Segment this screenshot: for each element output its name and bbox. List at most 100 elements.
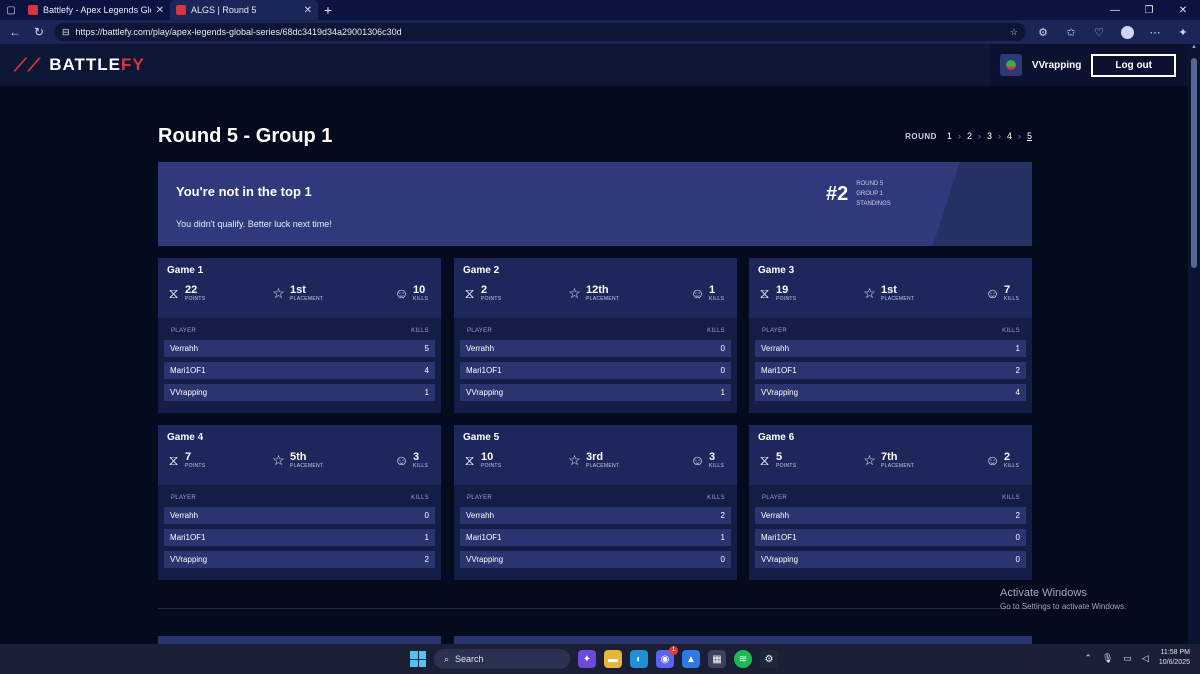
rank-chevron-icon: ⧖ xyxy=(464,452,475,468)
steam-icon[interactable]: ⚙ xyxy=(760,650,778,668)
battlefy-favicon-icon xyxy=(28,5,38,15)
skull-icon: ☺ xyxy=(985,285,1000,301)
points-label: POINTS xyxy=(776,463,797,469)
player-row: VVrapping 0 xyxy=(460,551,731,568)
taskbar-search[interactable]: ⌕ Search xyxy=(434,649,570,669)
url-text: https://battlefy.com/play/apex-legends-g… xyxy=(75,27,402,37)
battlefy-logo-icon: ⟋⟋ xyxy=(14,54,42,75)
tab-actions-icon[interactable]: ▢ xyxy=(0,0,22,20)
player-kills: 0 xyxy=(720,366,725,375)
game-card: Game 3 ⧖ 19 POINTS ☆ 1st PLACEMENT ☺ 7 KILL… xyxy=(749,258,1032,413)
player-name: VVrapping xyxy=(761,388,799,397)
page-scrollbar[interactable]: ▲ xyxy=(1188,44,1200,644)
points-stat: ⧖ 7 POINTS xyxy=(166,451,206,469)
round-link-2[interactable]: 2 xyxy=(967,131,972,141)
close-tab-icon[interactable]: ✕ xyxy=(304,5,312,16)
scroll-up-icon[interactable]: ▲ xyxy=(1188,44,1200,54)
battlefy-favicon-icon xyxy=(176,5,186,15)
browser-essentials-icon[interactable]: ♡ xyxy=(1088,23,1110,41)
copilot-app-icon[interactable]: ✦ xyxy=(578,650,596,668)
profile-icon[interactable] xyxy=(1116,23,1138,41)
kills-value: 3 xyxy=(413,451,420,463)
player-name: Verrahh xyxy=(170,511,199,520)
system-tray: ⌃ 🎙 ▭ ◁ 11:58 PM 10/6/2025 xyxy=(1084,648,1190,668)
spotify-icon[interactable]: ≋ xyxy=(734,650,752,668)
taskbar-clock[interactable]: 11:58 PM 10/6/2025 xyxy=(1159,648,1190,668)
placement-label: PLACEMENT xyxy=(881,463,915,469)
favorite-star-icon[interactable]: ☆ xyxy=(1010,27,1018,38)
watermark-subtitle: Go to Settings to activate Windows. xyxy=(1000,602,1127,611)
round-link-4[interactable]: 4 xyxy=(1007,131,1012,141)
hidden-icons-chevron-icon[interactable]: ⌃ xyxy=(1084,653,1092,664)
player-name: Verrahh xyxy=(466,344,495,353)
tab-battlefy[interactable]: Battlefy - Apex Legends Global Se ✕ xyxy=(22,0,170,20)
network-icon[interactable]: ▭ xyxy=(1123,653,1132,664)
back-icon[interactable]: ← xyxy=(6,25,24,39)
player-name: Mari1OF1 xyxy=(170,533,206,542)
game-title: Game 2 xyxy=(463,265,500,276)
restore-icon[interactable]: ❐ xyxy=(1132,5,1166,16)
avatar[interactable] xyxy=(999,54,1022,76)
player-name: Verrahh xyxy=(761,344,790,353)
discord-icon[interactable]: ◉ 1 xyxy=(656,646,678,668)
site-info-icon[interactable]: ⊟ xyxy=(62,27,70,38)
round-navigation: ROUND 1 › 2 › 3 › 4 › 5 xyxy=(905,131,1032,141)
skull-icon: ☺ xyxy=(690,285,705,301)
windows-start-icon[interactable] xyxy=(410,651,426,667)
logout-button[interactable]: Log out xyxy=(1091,53,1176,77)
banner-message: You didn't qualify. Better luck next tim… xyxy=(176,219,332,229)
url-field[interactable]: ⊟ https://battlefy.com/play/apex-legends… xyxy=(54,23,1026,41)
more-menu-icon[interactable]: ⋯ xyxy=(1144,23,1166,41)
round-link-3[interactable]: 3 xyxy=(987,131,992,141)
game-title: Game 3 xyxy=(758,265,795,276)
microphone-icon[interactable]: 🎙 xyxy=(1102,653,1113,664)
refresh-icon[interactable]: ↻ xyxy=(30,25,48,39)
favorites-icon[interactable]: ✩ xyxy=(1060,23,1082,41)
player-table: PLAYER KILLS Verrahh 2 Mari1OF1 0 VVrapping 0 xyxy=(749,485,1032,580)
player-kills: 2 xyxy=(424,555,429,564)
chevron-right-icon: › xyxy=(997,131,1001,141)
username[interactable]: VVrapping xyxy=(1032,60,1081,71)
player-name: Mari1OF1 xyxy=(761,366,797,375)
copilot-icon[interactable]: ✦ xyxy=(1172,23,1194,41)
podium-icon: ☆ xyxy=(863,452,876,468)
edge-browser-icon[interactable]: ◐ xyxy=(630,650,648,668)
rank-chevron-icon: ⧖ xyxy=(168,452,179,468)
kills-stat: ☺ 10 KILLS xyxy=(394,284,428,302)
kills-column-header: KILLS xyxy=(1002,328,1020,334)
points-stat: ⧖ 22 POINTS xyxy=(166,284,206,302)
store-icon[interactable]: ▦ xyxy=(708,650,726,668)
points-label: POINTS xyxy=(481,463,502,469)
points-label: POINTS xyxy=(481,296,502,302)
skull-icon: ☺ xyxy=(985,452,1000,468)
tab-algs-round-5[interactable]: ALGS | Round 5 ✕ xyxy=(170,0,318,20)
round-link-5[interactable]: 5 xyxy=(1027,131,1032,141)
podium-icon: ☆ xyxy=(863,285,876,301)
podium-icon: ☆ xyxy=(272,452,285,468)
section-divider xyxy=(158,608,1032,609)
close-window-icon[interactable]: ✕ xyxy=(1166,5,1200,16)
player-name: Mari1OF1 xyxy=(170,366,206,375)
site-header: ⟋⟋ BATTLEFY VVrapping Log out xyxy=(0,44,1188,86)
kills-column-header: KILLS xyxy=(707,495,725,501)
photos-icon[interactable]: ▲ xyxy=(682,650,700,668)
skull-icon: ☺ xyxy=(690,452,705,468)
player-kills: 1 xyxy=(424,388,429,397)
player-column-header: PLAYER xyxy=(467,328,493,334)
player-row: Mari1OF1 2 xyxy=(755,362,1026,379)
kills-stat: ☺ 3 KILLS xyxy=(394,451,428,469)
kills-stat: ☺ 7 KILLS xyxy=(985,284,1019,302)
chevron-right-icon: › xyxy=(977,131,981,141)
round-link-1[interactable]: 1 xyxy=(947,131,952,141)
new-tab-button[interactable]: + xyxy=(318,2,338,18)
close-tab-icon[interactable]: ✕ xyxy=(156,5,164,16)
player-row: VVrapping 2 xyxy=(164,551,435,568)
minimize-icon[interactable]: — xyxy=(1098,5,1132,16)
battlefy-logo[interactable]: ⟋⟋ BATTLEFY xyxy=(14,55,145,76)
player-name: Verrahh xyxy=(466,511,495,520)
scrollbar-thumb[interactable] xyxy=(1191,58,1197,268)
file-explorer-icon[interactable]: ▬ xyxy=(604,650,622,668)
points-label: POINTS xyxy=(185,463,206,469)
volume-icon[interactable]: ◁ xyxy=(1142,653,1149,664)
extensions-icon[interactable]: ⚙ xyxy=(1032,23,1054,41)
